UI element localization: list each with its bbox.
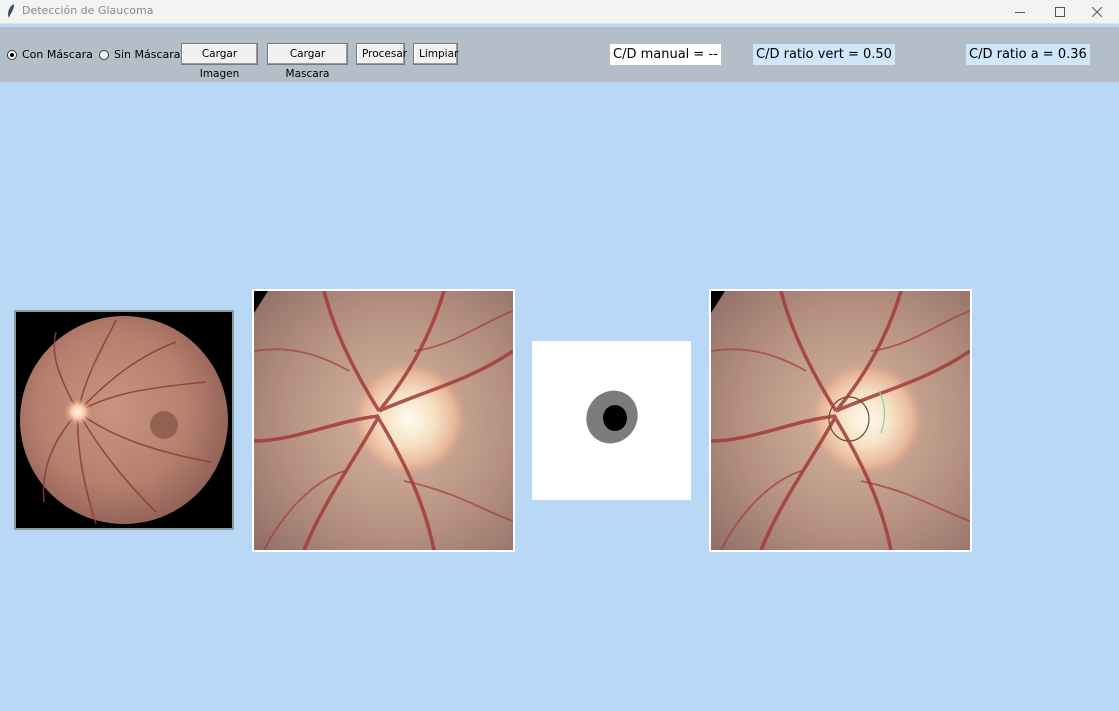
radio-selected-icon <box>7 49 17 60</box>
radio-label-sin-mascara: Sin Máscara <box>114 48 181 61</box>
clear-button[interactable]: Limpiar <box>413 43 458 65</box>
load-image-button[interactable]: Cargar Imagen <box>181 43 258 80</box>
feather-icon <box>8 4 14 18</box>
fundus-full-drawing <box>20 316 228 525</box>
radio-label-con-mascara: Con Máscara <box>22 48 93 61</box>
result-contour-image <box>709 289 972 552</box>
maximize-icon <box>1055 6 1065 17</box>
segmentation-mask-drawing <box>586 390 638 444</box>
cd-ratio-vert-label: C/D ratio vert = 0.50 <box>753 44 895 65</box>
window-title: Detección de Glaucoma <box>22 4 154 17</box>
optic-disc-crop-image <box>252 289 515 552</box>
close-button[interactable] <box>1074 0 1119 23</box>
segmentation-mask-image <box>532 341 691 500</box>
load-mask-button[interactable]: Cargar Mascara <box>267 43 348 80</box>
minimize-icon <box>1015 11 1025 13</box>
result-contour-drawing <box>711 291 970 550</box>
process-button[interactable]: Procesar <box>356 43 407 65</box>
fundus-full-image <box>14 310 234 530</box>
radio-con-mascara[interactable]: Con Máscara <box>7 48 93 61</box>
radio-unselected-icon <box>99 49 109 60</box>
cd-ratio-area-label: C/D ratio a = 0.36 <box>966 44 1090 65</box>
radio-sin-mascara[interactable]: Sin Máscara <box>99 48 181 61</box>
title-bar: Detección de Glaucoma <box>0 0 1119 24</box>
close-icon <box>1092 6 1102 17</box>
optic-disc-crop-drawing <box>254 291 513 550</box>
cd-manual-label: C/D manual = -- <box>610 44 721 65</box>
